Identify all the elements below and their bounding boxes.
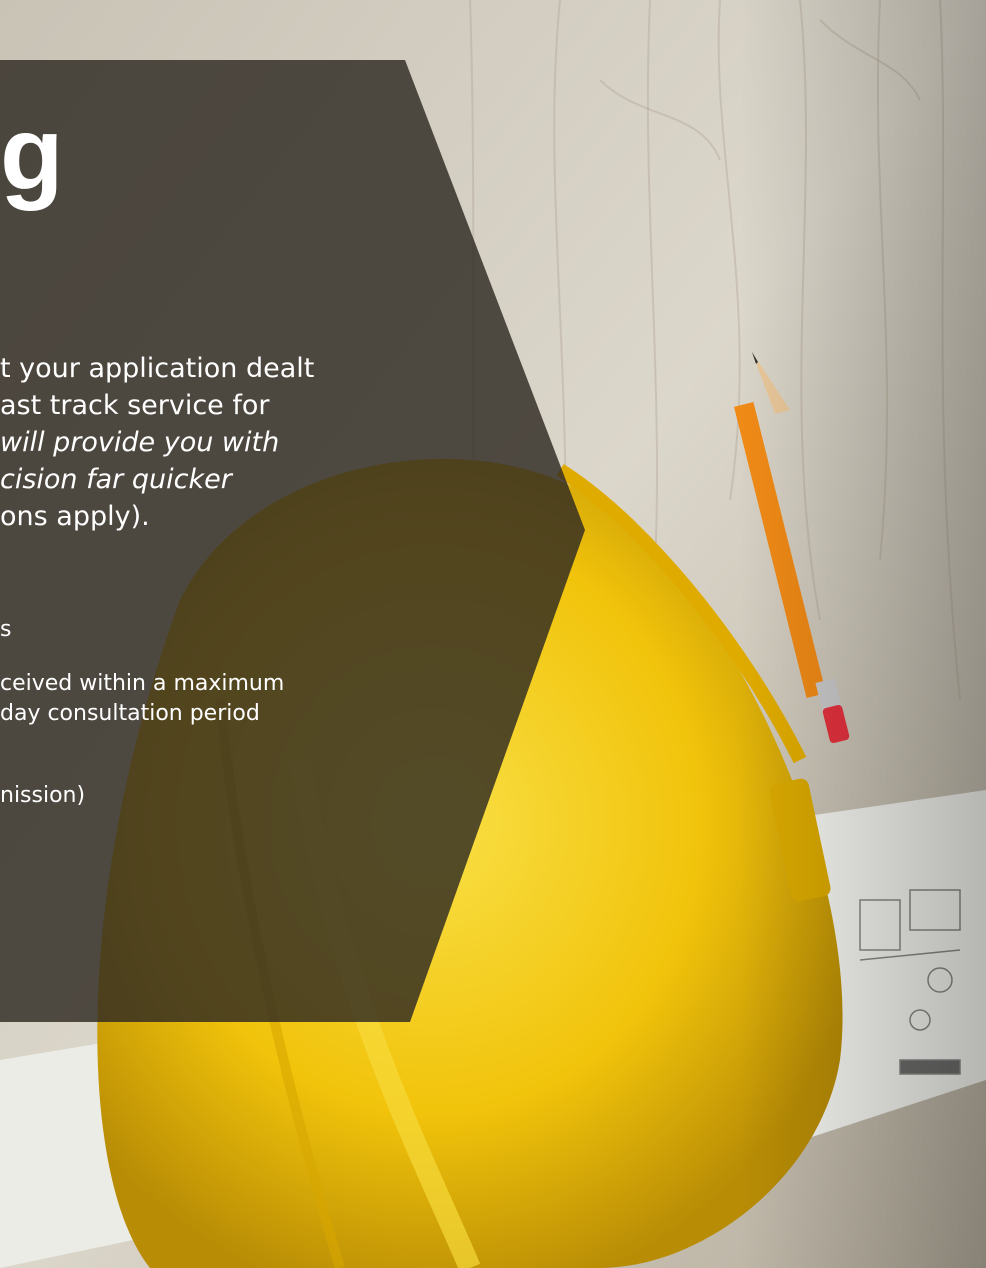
intro-line: ons apply). — [0, 501, 150, 532]
details-line: nission) — [0, 783, 86, 808]
details-line: ceived within a maximum — [0, 671, 285, 696]
intro-line-italic: cision far quicker — [0, 464, 232, 495]
page-heading: g — [0, 96, 64, 212]
intro-line: t your application dealt — [0, 353, 315, 384]
details-line: s — [0, 617, 12, 642]
details-list: s ceived within a maximum day consultati… — [0, 615, 420, 811]
intro-line-italic: will provide you with — [0, 427, 280, 458]
details-line: day consultation period — [0, 701, 260, 726]
intro-line: ast track service for — [0, 390, 270, 421]
intro-paragraph: t your application dealt ast track servi… — [0, 350, 420, 535]
